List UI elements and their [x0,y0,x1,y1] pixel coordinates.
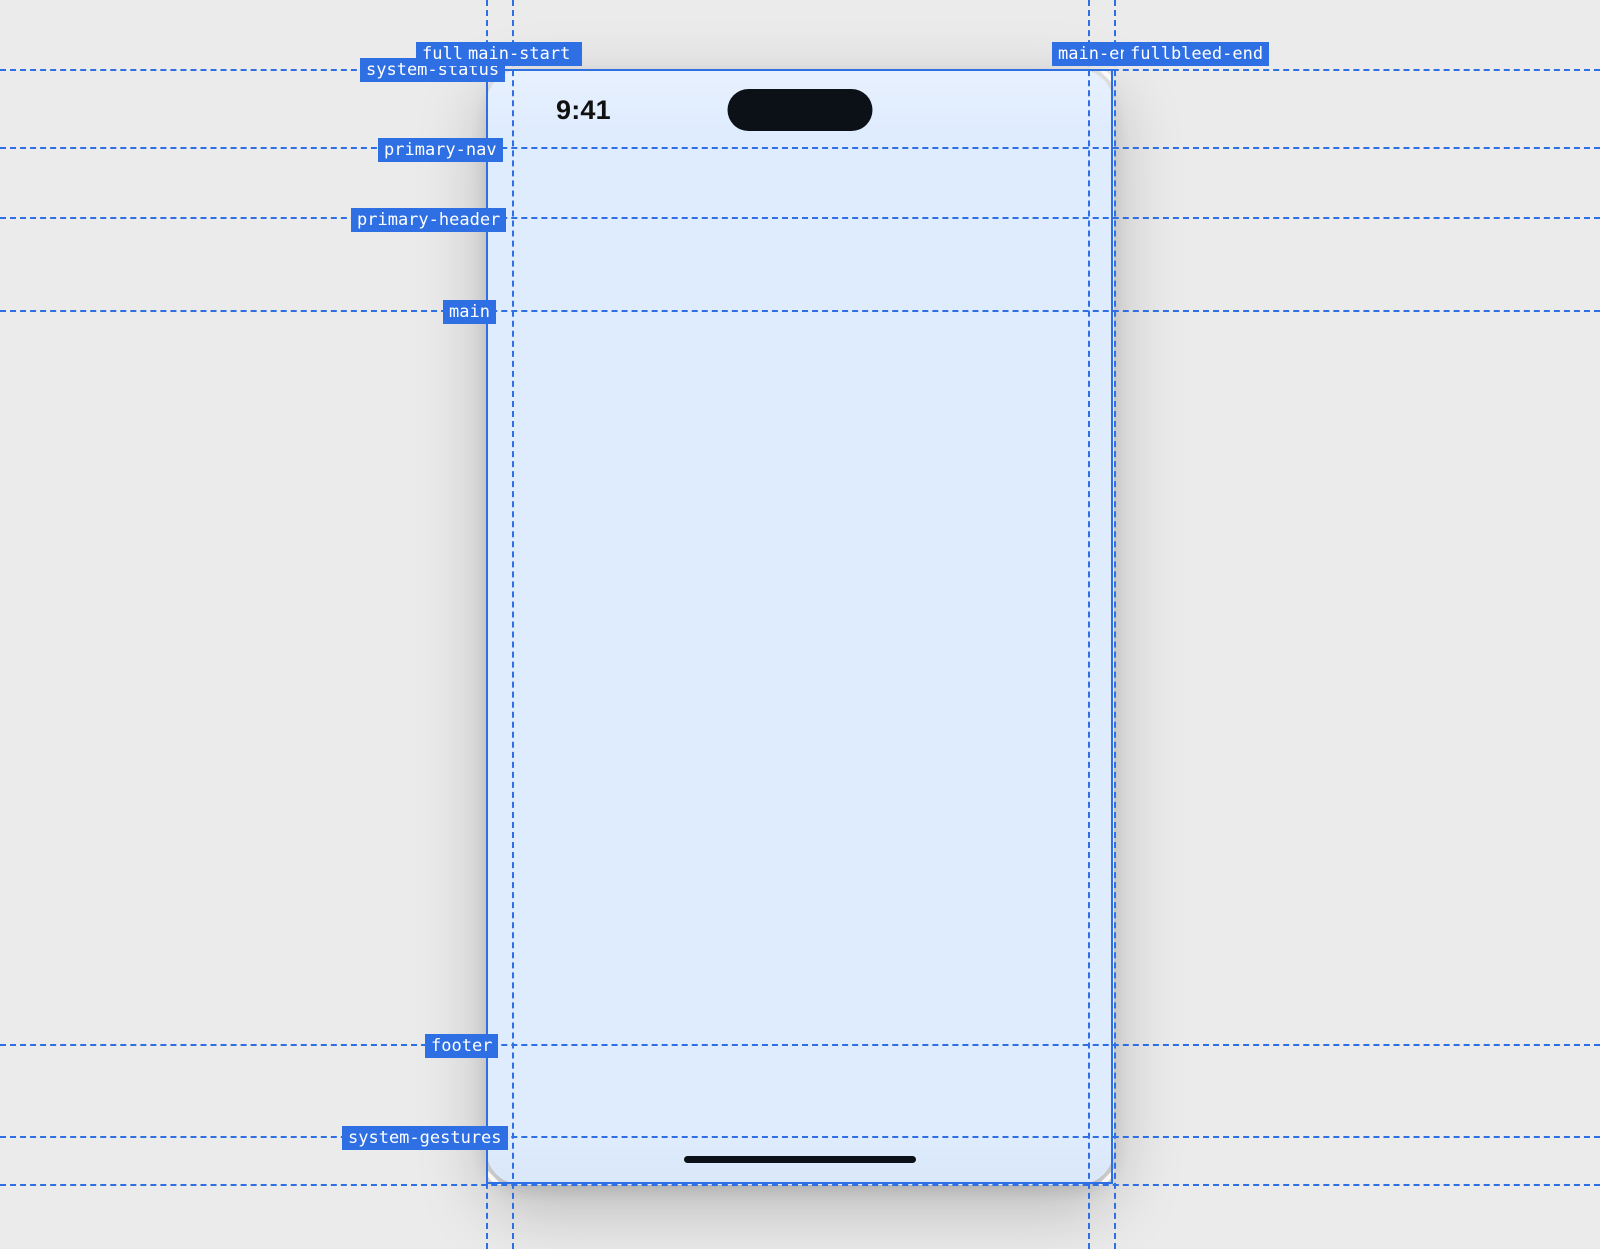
home-indicator[interactable] [684,1156,916,1163]
corner-notch [486,1169,502,1185]
corner-notch [1098,1169,1114,1185]
label-fullbleed-end: fullbleed-end [1124,42,1269,66]
device-frame: 9:41 [486,69,1114,1185]
status-bar: 9:41 [486,69,1114,147]
label-system-status: system-status [360,58,505,82]
label-fullbleed-start: fullbleed-start [416,42,582,66]
guide-fullbleed-end [1114,0,1116,1249]
label-primary-nav: primary-nav [378,138,503,162]
label-main-end: main-end [1052,42,1146,66]
label-main-start: main-start [462,42,576,66]
status-time: 9:41 [556,95,611,126]
label-primary-header: primary-header [351,208,506,232]
dynamic-island [728,89,873,131]
label-system-gestures: system-gestures [342,1126,508,1150]
